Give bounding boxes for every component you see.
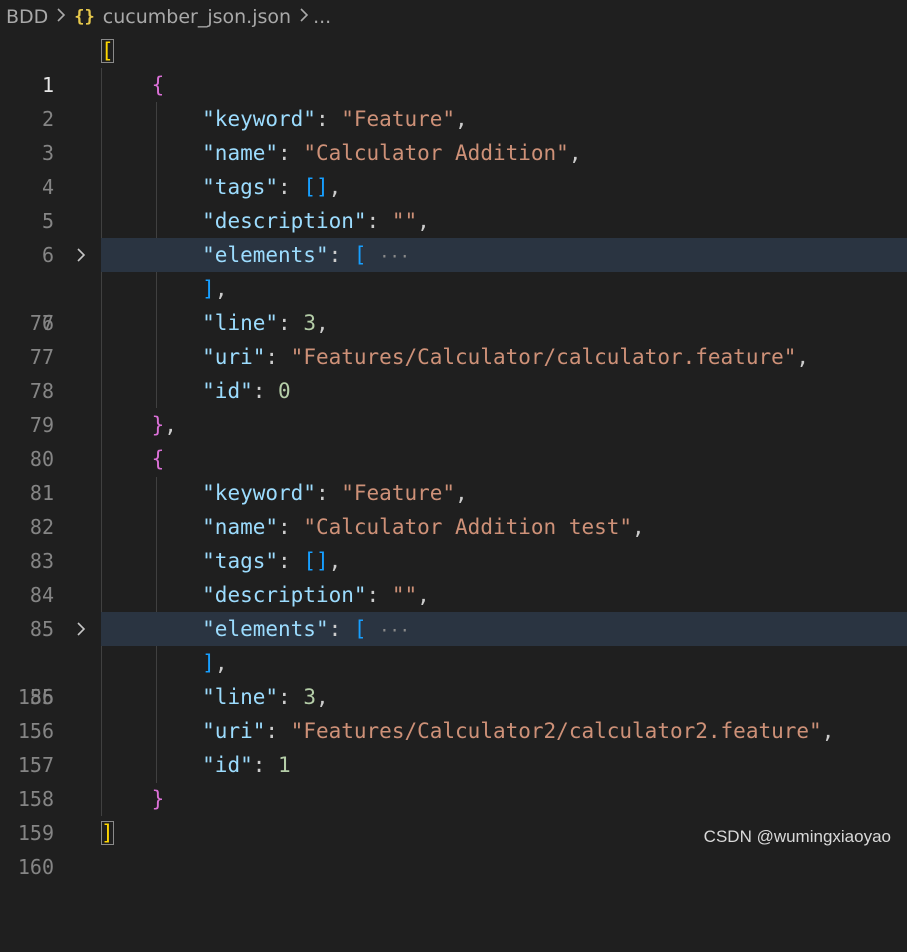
- json-string: "Feature": [341, 107, 456, 131]
- bracket: }: [151, 787, 165, 811]
- chevron-right-icon[interactable]: [73, 238, 89, 272]
- json-key: "elements": [202, 617, 329, 641]
- code-line: 5 "tags": [],: [0, 170, 907, 233]
- json-key: "line": [202, 685, 279, 709]
- json-string: "Features/Calculator2/calculator2.featur…: [290, 719, 822, 743]
- code-line-folded: 86 "elements": [ ···: [0, 612, 907, 709]
- bracket: [: [101, 39, 114, 63]
- code-line: 6 "description": "",: [0, 204, 907, 267]
- json-key: "uri": [202, 345, 266, 369]
- json-key: "description": [202, 209, 367, 233]
- code-line: 157 "uri": "Features/Calculator2/calcula…: [0, 714, 907, 777]
- json-key: "uri": [202, 719, 266, 743]
- json-key: "elements": [202, 243, 329, 267]
- json-key: "id": [202, 379, 253, 403]
- bracket: [: [353, 617, 367, 641]
- json-key: "name": [202, 515, 279, 539]
- bracket: {: [151, 447, 165, 471]
- code-line: 4 "name": "Calculator Addition",: [0, 136, 907, 199]
- line-number: 160: [17, 855, 54, 879]
- breadcrumb: BDD {} cucumber_json.json ...: [0, 0, 907, 34]
- json-key: "tags": [202, 549, 279, 573]
- chevron-right-icon: [299, 7, 309, 27]
- code-line: 80 },: [0, 408, 907, 471]
- json-number: 3: [303, 311, 316, 335]
- code-line-folded: 7 "elements": [ ···: [0, 238, 907, 335]
- chevron-right-icon: [56, 7, 66, 27]
- json-file-icon: {}: [74, 7, 95, 27]
- code-line: 155 ],: [0, 646, 907, 709]
- json-key: "keyword": [202, 107, 316, 131]
- code-line: 83 "name": "Calculator Addition test",: [0, 510, 907, 573]
- json-key: "tags": [202, 175, 279, 199]
- code-line: 82 "keyword": "Feature",: [0, 476, 907, 539]
- json-number: 0: [278, 379, 291, 403]
- code-line: 156 "line": 3,: [0, 680, 907, 743]
- watermark: CSDN @wumingxiaoyao: [703, 827, 891, 846]
- bracket: []: [303, 549, 329, 573]
- bracket: ]: [202, 277, 215, 301]
- code-line: 81 {: [0, 442, 907, 505]
- code-line: 1 [: [0, 34, 907, 97]
- json-string: "Feature": [341, 481, 456, 505]
- folded-ellipsis[interactable]: ···: [379, 621, 410, 641]
- code-line: 79 "id": 0: [0, 374, 907, 437]
- json-key: "description": [202, 583, 367, 607]
- bracket: ]: [101, 821, 114, 845]
- bracket: [: [353, 243, 367, 267]
- breadcrumb-more[interactable]: ...: [313, 6, 331, 28]
- bracket: }: [151, 413, 165, 437]
- json-key: "keyword": [202, 481, 316, 505]
- code-line: 85 "description": "",: [0, 578, 907, 641]
- code-line: 3 "keyword": "Feature",: [0, 102, 907, 165]
- code-line: 159 }: [0, 782, 907, 845]
- json-string: "Features/Calculator/calculator.feature": [290, 345, 797, 369]
- code-line: 76 ],: [0, 272, 907, 335]
- code-line: 77 "line": 3,: [0, 306, 907, 369]
- json-string: "Calculator Addition": [303, 141, 569, 165]
- code-line: 158 "id": 1: [0, 748, 907, 811]
- code-editor[interactable]: 1 [ 2 { 3 "keyword": "Feature", 4 "name"…: [0, 34, 907, 879]
- folded-ellipsis[interactable]: ···: [379, 247, 410, 267]
- json-key: "name": [202, 141, 279, 165]
- json-string: "Calculator Addition test": [303, 515, 633, 539]
- breadcrumb-file[interactable]: cucumber_json.json: [103, 6, 291, 28]
- bracket: ]: [202, 651, 215, 675]
- code-line: 84 "tags": [],: [0, 544, 907, 607]
- json-string: "": [391, 583, 418, 607]
- bracket: {: [151, 73, 165, 97]
- code-line: 2 {: [0, 68, 907, 131]
- bracket: []: [303, 175, 329, 199]
- chevron-right-icon[interactable]: [73, 612, 89, 646]
- code-line: 78 "uri": "Features/Calculator/calculato…: [0, 340, 907, 403]
- json-number: 3: [303, 685, 316, 709]
- json-key: "id": [202, 753, 253, 777]
- breadcrumb-folder[interactable]: BDD: [0, 6, 48, 28]
- json-number: 1: [278, 753, 291, 777]
- json-key: "line": [202, 311, 279, 335]
- json-string: "": [391, 209, 418, 233]
